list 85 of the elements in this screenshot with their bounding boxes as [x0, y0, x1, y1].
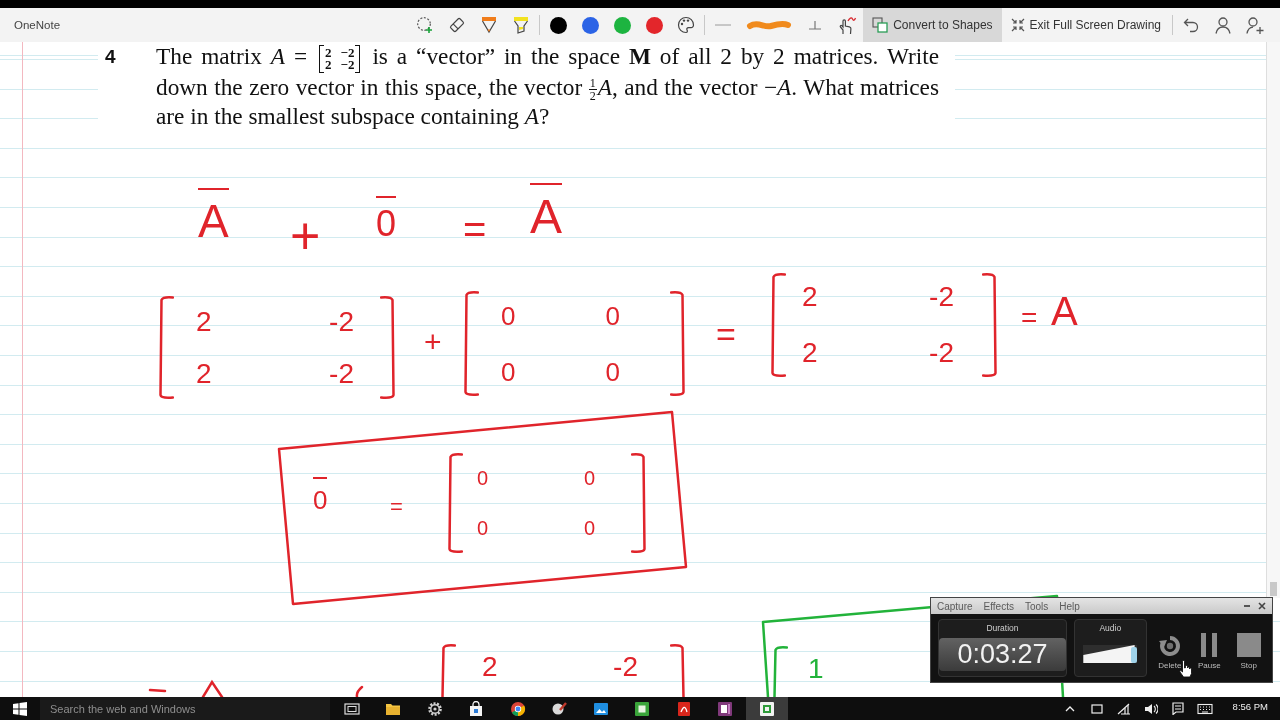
matrix-entry: 2 — [196, 307, 212, 336]
pen-icon[interactable] — [481, 16, 498, 34]
tile-icon — [758, 700, 775, 717]
shopping-bag-icon — [468, 700, 485, 717]
menu-item[interactable]: Effects — [983, 600, 1014, 612]
menu-item[interactable]: Tools — [1024, 600, 1049, 612]
shrink-arrows-icon — [1010, 18, 1025, 32]
handwritten-symbol: + — [424, 327, 442, 357]
close-icon[interactable] — [1258, 602, 1266, 610]
menu-item[interactable]: Capture — [937, 600, 973, 612]
matrix-entry: 0 — [583, 468, 595, 488]
handwritten-symbol: = — [390, 496, 403, 518]
handwritten-vector: A — [530, 183, 562, 241]
document-icon — [675, 700, 692, 717]
swatch-icon[interactable] — [549, 16, 567, 34]
handwritten-symbol: = — [1021, 304, 1038, 332]
clock-text[interactable]: 8:56 PM — [1218, 701, 1280, 712]
task-view-icon — [343, 700, 360, 717]
pause-icon — [1200, 633, 1219, 657]
matrix-entry: -2 — [329, 307, 354, 336]
matrix-entry: -2 — [929, 283, 954, 311]
app-name: OneNote — [14, 19, 61, 31]
swatch-icon[interactable] — [581, 16, 599, 34]
hand-cursor-icon — [1179, 660, 1192, 678]
matrix-entry: -2 — [613, 653, 638, 681]
scrollbar[interactable] — [1266, 42, 1280, 598]
matrix-entry: 1 — [808, 655, 824, 683]
matrix-entry: 0 — [605, 358, 620, 385]
slider-thumb[interactable] — [1130, 647, 1137, 663]
keyboard-icon[interactable] — [1197, 702, 1214, 715]
taskbar-button[interactable] — [746, 697, 788, 720]
touch-draw-icon[interactable] — [837, 15, 858, 35]
swatch-icon[interactable] — [645, 16, 663, 34]
problem-number: 4 — [104, 45, 117, 69]
lasso-select-icon[interactable] — [416, 16, 435, 34]
handwritten-symbol: + — [290, 210, 321, 262]
highlighter-icon[interactable] — [513, 16, 530, 34]
swatch-icon[interactable] — [613, 16, 631, 34]
speaker-icon[interactable] — [1144, 702, 1159, 715]
brush-icon — [551, 700, 568, 717]
picture-icon — [592, 700, 609, 717]
matrix-entry: 2 — [802, 283, 818, 311]
handwritten-vector: 0 — [376, 196, 397, 242]
matrix-entry: 0 — [477, 518, 489, 538]
handwritten-vector: 0 — [313, 477, 328, 513]
audio-label: Audio — [1099, 623, 1122, 633]
matrix-entry: 2 — [482, 653, 498, 681]
handwritten-vector: A — [198, 188, 229, 244]
handwritten-symbol: = — [463, 209, 487, 249]
circular-arrow-icon — [1158, 635, 1181, 657]
matrix-entry: 0 — [583, 518, 595, 538]
delete-button[interactable]: Delete — [1153, 619, 1187, 677]
start-icon[interactable] — [13, 701, 27, 716]
duration-label: Duration — [986, 623, 1019, 633]
add-person-icon[interactable] — [1246, 16, 1264, 34]
undo-icon[interactable] — [1183, 17, 1199, 33]
notebook-icon — [717, 700, 734, 717]
shapes-icon — [872, 17, 889, 33]
stop-button[interactable]: Stop — [1232, 619, 1265, 677]
matrix-entry: -2 — [929, 339, 954, 367]
matrix-entry: 0 — [501, 358, 516, 385]
exit-button[interactable]: Exit Full Screen Drawing — [1001, 8, 1170, 42]
matrix-entry: 2 — [196, 359, 212, 388]
eraser-icon[interactable] — [448, 16, 467, 34]
ring-logo-icon — [509, 700, 526, 717]
gear-icon — [426, 700, 443, 717]
duration-display: 0:03:27 — [939, 638, 1066, 671]
message-icon[interactable] — [1172, 702, 1185, 715]
matrix-entry: 0 — [477, 468, 489, 488]
convert-button[interactable]: Convert to Shapes — [863, 8, 1002, 42]
stop-icon — [1236, 633, 1261, 657]
tablet-icon[interactable] — [1091, 702, 1104, 715]
palette-icon[interactable] — [677, 16, 696, 34]
matrix-entry: 2 — [802, 339, 818, 367]
network-icon[interactable] — [1117, 702, 1132, 715]
menu-item[interactable]: Help — [1059, 600, 1080, 612]
tile-icon — [634, 700, 651, 717]
person-icon[interactable] — [1215, 16, 1231, 34]
handwritten-symbol: A — [1051, 291, 1078, 331]
matrix-entry: -2 — [329, 359, 354, 388]
search-field[interactable]: Search the web and Windows — [40, 697, 330, 720]
pause-button[interactable]: Pause — [1193, 619, 1226, 677]
handwritten-symbol: = — [716, 317, 736, 351]
matrix-entry: 0 — [501, 302, 516, 329]
matrix-entry: 0 — [605, 302, 620, 329]
